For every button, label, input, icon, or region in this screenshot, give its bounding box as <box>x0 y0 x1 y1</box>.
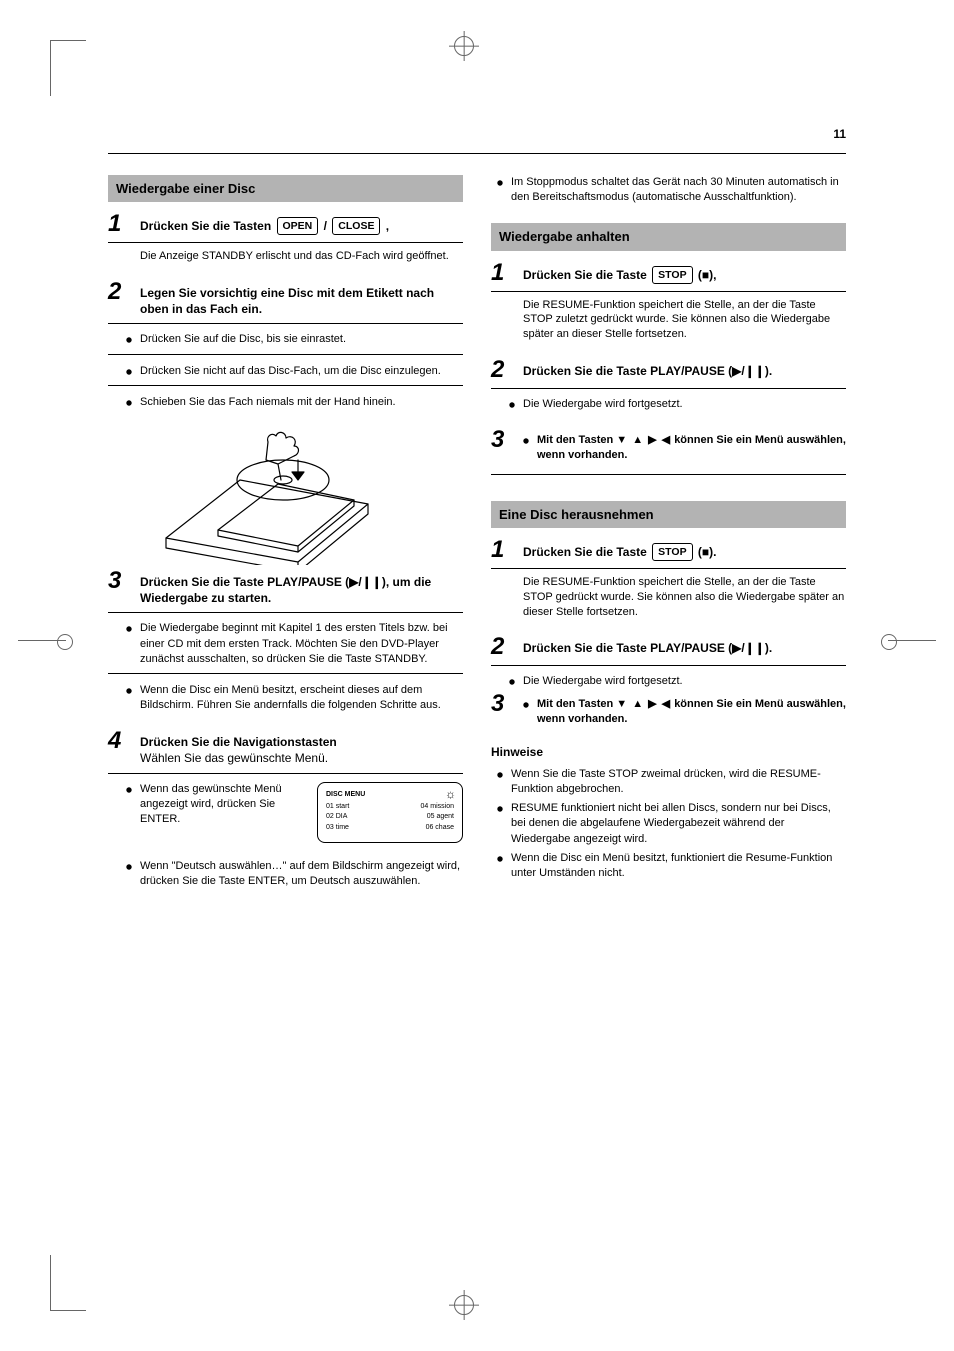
step-text-pre: Drücken Sie die Tasten <box>140 219 275 233</box>
step-heading: Mit den Tasten ▼ ▲ ▶ ◀ können Sie ein Me… <box>523 694 846 731</box>
step4-bullet-1: Wenn das gewünschte Menü angezeigt wird,… <box>126 782 463 828</box>
notes-list: Wenn Sie die Taste STOP zweimal drücken,… <box>491 767 846 881</box>
step3-bullet-1: Die Wiedergabe beginnt mit Kapitel 1 des… <box>126 621 463 667</box>
step3-bullets-2: Wenn die Disc ein Menü besitzt, erschein… <box>108 683 463 713</box>
step3-bullet-2: Wenn die Disc ein Menü besitzt, erschein… <box>126 683 463 713</box>
r-step-b2-bullet: Die Wiedergabe wird fortgesetzt. <box>509 674 846 689</box>
step4-bullet-2: Wenn "Deutsch auswählen…" auf dem Bildsc… <box>126 859 463 889</box>
r-step-a2-bullet: Die Wiedergabe wird fortgesetzt. <box>509 397 846 412</box>
registration-mark-top <box>448 30 480 62</box>
step-number: 3 <box>108 569 130 593</box>
left-column: Wiedergabe einer Disc 1 Drücken Sie die … <box>108 175 463 1216</box>
right-pre-bullets: Im Stoppmodus schaltet das Gerät nach 30… <box>491 175 846 205</box>
section-title: Eine Disc herausnehmen <box>499 507 838 523</box>
page-number: 11 <box>833 127 846 141</box>
step-heading: Drücken Sie die Taste STOP (■), <box>523 263 846 284</box>
crop-mark <box>18 640 66 671</box>
step-heading: Drücken Sie die Taste PLAY/PAUSE (▶/❙❙),… <box>140 571 463 606</box>
step-1: 1 Drücken Sie die Tasten OPEN / CLOSE , … <box>108 214 463 264</box>
step2-bullets-3: Schieben Sie das Fach niemals mit der Ha… <box>108 395 463 410</box>
step-text-post: , <box>386 219 389 233</box>
step-body: Die Anzeige STANDBY erlischt und das CD-… <box>108 249 463 264</box>
step2-bullet-3: Schieben Sie das Fach niemals mit der Ha… <box>126 395 463 410</box>
section-header-stop: Wiedergabe anhalten <box>491 223 846 250</box>
step-number: 4 <box>108 729 130 753</box>
nav-arrows-icon: ▼ ▲ ▶ ◀ <box>616 434 671 446</box>
r-step-b2: 2 Drücken Sie die Taste PLAY/PAUSE (▶/❙❙… <box>491 637 846 731</box>
step-body: Die RESUME-Funktion speichert die Stelle… <box>491 575 846 620</box>
step2-bullets-2: Drücken Sie nicht auf das Disc-Fach, um … <box>108 364 463 379</box>
section-header-playback: Wiedergabe einer Disc <box>108 175 463 202</box>
step-heading: Drücken Sie die Tasten OPEN / CLOSE , <box>140 214 463 235</box>
nav-arrows-icon: ▼ ▲ ▶ ◀ <box>616 698 671 710</box>
step2-bullet-1: Drücken Sie auf die Disc, bis sie einras… <box>126 332 463 347</box>
step-number: 1 <box>108 212 130 236</box>
step-heading: Drücken Sie die Navigationstasten Wählen… <box>140 731 463 766</box>
step4-body: ☼ DISC MENU 01 start04 mission 02 DIA05 … <box>108 782 463 894</box>
section-title: Wiedergabe anhalten <box>499 229 838 245</box>
step-heading: Drücken Sie die Taste PLAY/PAUSE (▶/❙❙). <box>523 637 846 656</box>
step-2: 2 Legen Sie vorsichtig eine Disc mit dem… <box>108 282 463 565</box>
close-button-label: CLOSE <box>332 217 380 235</box>
columns: Wiedergabe einer Disc 1 Drücken Sie die … <box>108 175 846 1216</box>
right-pre-bullet: Im Stoppmodus schaltet das Gerät nach 30… <box>497 175 846 205</box>
step-text-mid: / <box>324 219 331 233</box>
note-2: RESUME funktioniert nicht bei allen Disc… <box>497 801 846 847</box>
crop-mark <box>50 40 86 96</box>
step-number: 2 <box>491 635 513 659</box>
r-step-b2-bullets: Die Wiedergabe wird fortgesetzt. <box>491 674 846 689</box>
note-1: Wenn Sie die Taste STOP zweimal drücken,… <box>497 767 846 797</box>
stop-button-label: STOP <box>652 266 692 284</box>
r-step-a1: 1 Drücken Sie die Taste STOP (■), Die RE… <box>491 263 846 343</box>
crop-mark <box>888 640 936 671</box>
note-3: Wenn die Disc ein Menü besitzt, funktion… <box>497 851 846 881</box>
step-number: 3 <box>491 692 513 716</box>
step3-bullets: Die Wiedergabe beginnt mit Kapitel 1 des… <box>108 621 463 667</box>
step-number: 2 <box>491 358 513 382</box>
open-button-label: OPEN <box>277 217 319 235</box>
registration-mark-bottom <box>448 1289 480 1321</box>
r-step-b1: 1 Drücken Sie die Taste STOP (■). Die RE… <box>491 540 846 620</box>
step2-bullet-2: Drücken Sie nicht auf das Disc-Fach, um … <box>126 364 463 379</box>
r-step-a2: 2 Drücken Sie die Taste PLAY/PAUSE (▶/❙❙… <box>491 360 846 412</box>
step-heading: Mit den Tasten ▼ ▲ ▶ ◀ können Sie ein Me… <box>523 430 846 467</box>
step-heading: Legen Sie vorsichtig eine Disc mit dem E… <box>140 282 463 317</box>
disc-tray-illustration <box>148 420 388 565</box>
step-number: 1 <box>491 261 513 285</box>
step-4: 4 Drücken Sie die Navigationstasten Wähl… <box>108 731 463 893</box>
section-title: Wiedergabe einer Disc <box>116 181 455 197</box>
top-rule <box>108 153 846 154</box>
section-header-eject: Eine Disc herausnehmen <box>491 501 846 528</box>
right-column: Im Stoppmodus schaltet das Gerät nach 30… <box>491 175 846 1216</box>
step-heading: Drücken Sie die Taste PLAY/PAUSE (▶/❙❙). <box>523 360 846 379</box>
step-heading: Drücken Sie die Taste STOP (■). <box>523 540 846 561</box>
step-number: 2 <box>108 280 130 304</box>
notes-title: Hinweise <box>491 745 846 759</box>
step-number: 1 <box>491 538 513 562</box>
crop-mark <box>50 1255 86 1311</box>
step-body: Die RESUME-Funktion speichert die Stelle… <box>491 298 846 343</box>
step-number: 3 <box>491 428 513 452</box>
step-3: 3 Drücken Sie die Taste PLAY/PAUSE (▶/❙❙… <box>108 571 463 713</box>
r-step-a3: 3 Mit den Tasten ▼ ▲ ▶ ◀ können Sie ein … <box>491 430 846 474</box>
content-area: 11 Wiedergabe einer Disc 1 Drücken Sie d… <box>108 125 846 1216</box>
r-step-a2-bullets: Die Wiedergabe wird fortgesetzt. <box>491 397 846 412</box>
step2-bullets: Drücken Sie auf die Disc, bis sie einras… <box>108 332 463 347</box>
page-sheet: 11 Wiedergabe einer Disc 1 Drücken Sie d… <box>0 0 954 1351</box>
stop-button-label: STOP <box>652 543 692 561</box>
